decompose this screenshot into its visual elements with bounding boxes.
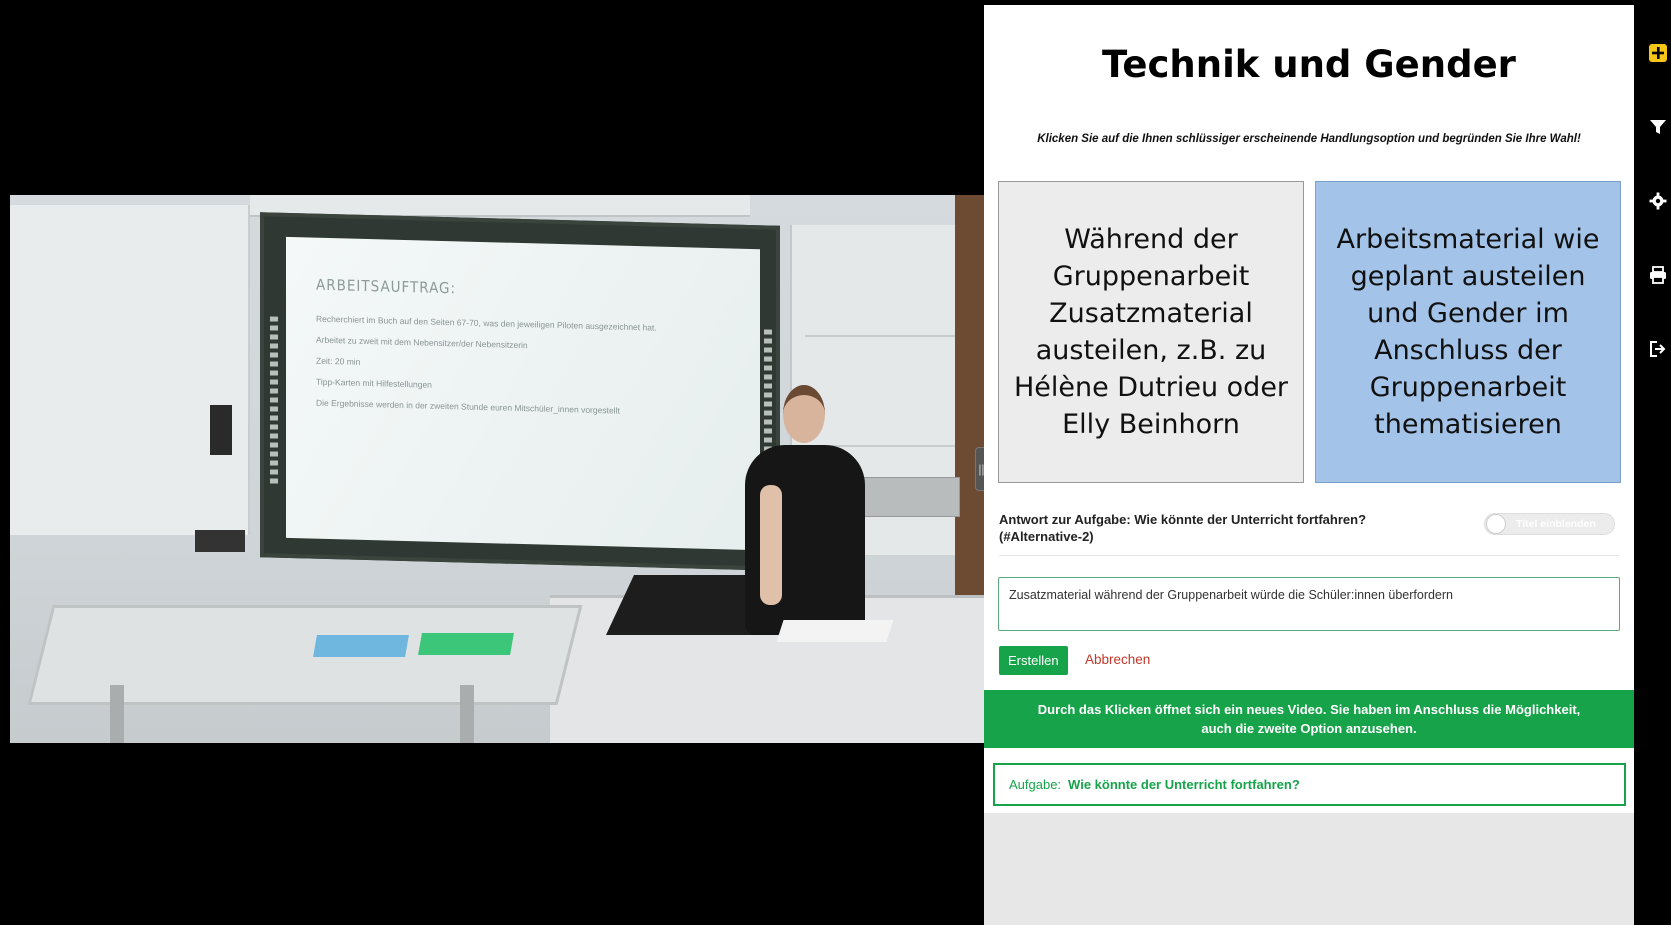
answer-input[interactable]: Zusatzmaterial während der Gruppenarbeit… bbox=[998, 577, 1620, 631]
show-title-toggle[interactable]: Titel einblenden bbox=[1484, 513, 1615, 535]
info-banner: Durch das Klicken öffnet sich ein neues … bbox=[984, 690, 1634, 748]
table-leg bbox=[110, 685, 124, 743]
logout-icon[interactable] bbox=[1645, 336, 1671, 362]
answer-form: Antwort zur Aufgabe: Wie könnte der Unte… bbox=[984, 491, 1634, 691]
board-line: Zeit: 20 min bbox=[316, 355, 361, 367]
instruction-text: Klicken Sie auf die Ihnen schlüssiger er… bbox=[1037, 133, 1581, 145]
socket-panel bbox=[860, 477, 960, 517]
toggle-knob bbox=[1486, 514, 1506, 534]
smartboard: ARBEITSAUFTRAG: Recherchiert im Buch auf… bbox=[260, 212, 780, 571]
page-title: Technik und Gender bbox=[1102, 43, 1516, 86]
print-icon[interactable] bbox=[1645, 262, 1671, 288]
board-heading: ARBEITSAUFTRAG: bbox=[316, 275, 457, 298]
board-buttons-left bbox=[270, 316, 278, 487]
task-box[interactable]: Aufgabe: Wie könnte der Unterricht fortf… bbox=[993, 763, 1626, 806]
create-button[interactable]: Erstellen bbox=[999, 646, 1068, 675]
board-line: Arbeitet zu zweit mit dem Nebensitzer/de… bbox=[316, 334, 528, 351]
banner-line: Durch das Klicken öffnet sich ein neues … bbox=[1037, 702, 1581, 717]
option-card-1[interactable]: Während der Gruppenarbeit Zusatzmaterial… bbox=[998, 181, 1304, 483]
banner-line: auch die zweite Option anzusehen. bbox=[1201, 721, 1417, 736]
table-leg bbox=[460, 685, 474, 743]
toggle-label: Titel einblenden bbox=[1516, 518, 1596, 530]
board-line: Tipp-Karten mit Hilfestellungen bbox=[316, 376, 432, 390]
blue-card bbox=[313, 635, 409, 657]
divider bbox=[999, 555, 1619, 556]
filter-icon[interactable] bbox=[1645, 114, 1671, 140]
paper-stack bbox=[776, 620, 894, 642]
green-card bbox=[418, 633, 514, 655]
video-player[interactable]: ARBEITSAUFTRAG: Recherchiert im Buch auf… bbox=[0, 0, 991, 925]
teacher-arm bbox=[760, 485, 782, 605]
board-line: Recherchiert im Buch auf den Seiten 67-7… bbox=[316, 313, 657, 333]
side-panel: Technik und Gender Klicken Sie auf die I… bbox=[984, 5, 1634, 925]
task-text: Wie könnte der Unterricht fortfahren? bbox=[1068, 777, 1300, 792]
teacher-head bbox=[783, 385, 825, 443]
settings-icon[interactable] bbox=[1645, 188, 1671, 214]
cabinet-divider bbox=[805, 335, 955, 337]
cancel-link[interactable]: Abbrechen bbox=[1085, 652, 1150, 667]
panel-empty-area bbox=[984, 813, 1634, 925]
wooden-door bbox=[955, 195, 984, 595]
task-label: Aufgabe: bbox=[1009, 777, 1062, 792]
video-frame[interactable]: ARBEITSAUFTRAG: Recherchiert im Buch auf… bbox=[10, 195, 984, 743]
right-toolbar bbox=[1634, 0, 1671, 925]
option-label: Während der Gruppenarbeit Zusatzmaterial… bbox=[1013, 224, 1289, 440]
add-icon[interactable] bbox=[1645, 40, 1671, 66]
wall-box bbox=[195, 530, 245, 552]
classroom-cabinet-left bbox=[10, 205, 250, 535]
board-screen: ARBEITSAUFTRAG: Recherchiert im Buch auf… bbox=[286, 236, 760, 551]
option-card-2[interactable]: Arbeitsmaterial wie geplant austeilen un… bbox=[1315, 181, 1621, 483]
wall-speaker bbox=[210, 405, 232, 455]
board-line: Die Ergebnisse werden in der zweiten Stu… bbox=[316, 397, 620, 416]
answer-title: Antwort zur Aufgabe: Wie könnte der Unte… bbox=[999, 512, 1367, 544]
option-label: Arbeitsmaterial wie geplant austeilen un… bbox=[1336, 224, 1600, 440]
